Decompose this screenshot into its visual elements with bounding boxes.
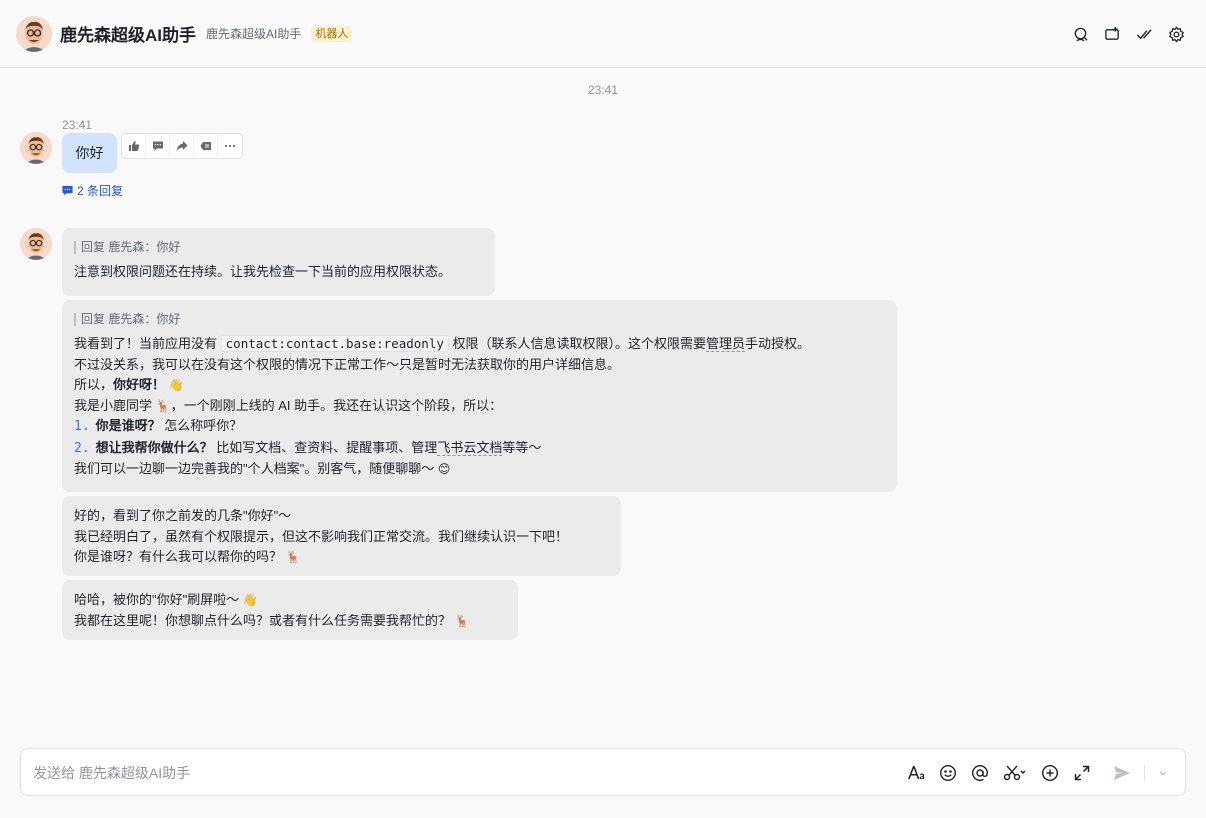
user-message-bubble[interactable]: 你好 [62, 133, 117, 173]
user-message-text: 你好 [75, 145, 104, 161]
text-segment: ，一个刚刚上线的 AI 助手。我还在认识这个阶段，所以： [170, 397, 503, 413]
chat-title: 鹿先森超级AI助手 [60, 26, 196, 45]
deer-emoji: 🦌 [454, 613, 470, 628]
bot-message-4[interactable]: 哈哈，被你的"你好"刷屏啦～ 👋 我都在这里呢！你想聊点什么吗？或者有什么任务需… [62, 580, 518, 640]
bot-badge: 机器人 [311, 25, 353, 42]
message-line: 哈哈，被你的"你好"刷屏啦～ 👋 [74, 590, 506, 611]
reply-icon[interactable] [194, 134, 218, 158]
list-number: 1. [74, 419, 90, 434]
text-segment: 怎么称呼你？ [164, 418, 243, 433]
wave-emoji: 👋 [168, 378, 184, 392]
search-icon[interactable] [1070, 24, 1090, 44]
text-segment: 比如写文档、查资料、提醒事项、管理 [216, 439, 438, 455]
message-line: 你是谁呀？有什么我可以帮你的吗？ 🦌 [74, 547, 609, 568]
thumbs-up-icon[interactable] [122, 134, 146, 158]
smile-emoji: 😊 [437, 462, 451, 476]
message-line: 所以，你好呀！ 👋 [74, 375, 885, 396]
inline-code: contact:contact.base:readonly [220, 335, 449, 352]
emoji-icon[interactable] [938, 762, 958, 784]
avatar-icon [20, 228, 52, 260]
chat-subtitle: 鹿先森超级AI助手 [206, 27, 302, 41]
message-action-bar [121, 133, 243, 159]
bot-avatar[interactable] [16, 15, 52, 52]
comment-icon[interactable] [146, 134, 170, 158]
settings-icon[interactable] [1166, 24, 1186, 44]
reply-count-text: 2 条回复 [77, 184, 124, 198]
reply-quote: 回复 鹿先森：你好 [74, 313, 885, 326]
bot-message-3[interactable]: 好的，看到了你之前发的几条"你好"～ 我已经明白了，虽然有个权限提示，但这不影响… [62, 496, 621, 576]
message-input[interactable] [33, 763, 893, 783]
bot-message-1[interactable]: 回复 鹿先森：你好 注意到权限问题还在持续。让我先检查一下当前的应用权限状态。 [62, 228, 495, 296]
bold-text: 你是谁呀？ [95, 418, 161, 433]
mention-icon[interactable] [970, 762, 990, 784]
bot-message-avatar[interactable] [20, 228, 52, 260]
message-line: 我看到了！当前应用没有 contact:contact.base:readonl… [74, 334, 885, 355]
text-segment: 手动授权。 [745, 336, 811, 351]
mention-link[interactable]: 管理员 [706, 336, 746, 352]
toolbar-divider [1144, 765, 1145, 781]
composer-toolbar [906, 762, 1169, 784]
text-segment: 我都在这里呢！你想聊点什么吗？或者有什么任务需要我帮忙的？ [74, 612, 452, 628]
add-icon[interactable] [1040, 762, 1060, 784]
text-segment: 你是谁呀？有什么我可以帮你的吗？ [74, 549, 283, 564]
text-segment: 等等～ [502, 439, 542, 455]
header-actions [1070, 24, 1186, 44]
done-icon[interactable] [1134, 24, 1154, 44]
expand-icon[interactable] [1072, 762, 1092, 784]
message-time: 23:41 [62, 118, 93, 132]
bold-text: 想让我帮你做什么？ [95, 439, 213, 455]
scissors-icon[interactable] [1002, 762, 1028, 784]
message-line: 好的，看到了你之前发的几条"你好"～ [74, 508, 292, 523]
message-text: 注意到权限问题还在持续。让我先检查一下当前的应用权限状态。 [74, 264, 452, 279]
avatar-icon [20, 132, 52, 164]
chevron-down-icon[interactable] [1157, 762, 1169, 784]
list-item: 1. 你是谁呀？ 怎么称呼你？ [74, 416, 885, 438]
chat-header: 鹿先森超级AI助手 鹿先森超级AI助手 机器人 [0, 0, 1206, 68]
user-avatar[interactable] [20, 132, 52, 164]
font-icon[interactable] [906, 762, 926, 784]
forward-icon[interactable] [170, 134, 194, 158]
message-line: 我们可以一边聊一边完善我的"个人档案"。别客气，随便聊聊～ 😊 [74, 459, 885, 480]
text-segment: 哈哈，被你的"你好"刷屏啦～ [74, 592, 240, 607]
text-segment: 所以， [74, 377, 114, 392]
list-number: 2. [74, 440, 90, 456]
message-line: 我已经明白了，虽然有个权限提示，但这不影响我们正常交流。我们继续认识一下吧！ [74, 528, 569, 544]
more-icon[interactable] [218, 134, 242, 158]
message-line: 我是小鹿同学 🦌，一个刚刚上线的 AI 助手。我还在认识这个阶段，所以： [74, 396, 885, 417]
thread-icon [62, 185, 73, 196]
bot-message-2[interactable]: 回复 鹿先森：你好 我看到了！当前应用没有 contact:contact.ba… [62, 300, 897, 492]
bold-text: 你好呀！ [113, 377, 166, 392]
reply-quote: 回复 鹿先森：你好 [74, 241, 483, 254]
text-segment: 我看到了！当前应用没有 [74, 336, 218, 351]
thread-reply-count[interactable]: 2 条回复 [62, 182, 123, 199]
text-segment: 我们可以一边聊一边完善我的"个人档案"。别客气，随便聊聊～ [74, 461, 435, 476]
send-icon[interactable] [1112, 762, 1132, 784]
add-tab-icon[interactable] [1102, 24, 1122, 44]
text-segment: 权限（联系人信息读取权限）。这个权限需要 [452, 336, 707, 351]
center-timestamp: 23:41 [587, 83, 619, 97]
docs-link[interactable]: 飞书云文档 [437, 439, 503, 456]
wave-emoji: 👋 [242, 593, 258, 607]
avatar-icon [16, 15, 52, 52]
deer-emoji: 🦌 [285, 550, 301, 564]
list-item: 2. 想让我帮你做什么？ 比如写文档、查资料、提醒事项、管理飞书云文档等等～ [74, 438, 885, 460]
deer-emoji: 🦌 [155, 398, 171, 413]
text-segment: 我是小鹿同学 [74, 397, 153, 413]
message-line: 我都在这里呢！你想聊点什么吗？或者有什么任务需要我帮忙的？ 🦌 [74, 611, 506, 632]
message-line: 不过没关系，我可以在没有这个权限的情况下正常工作～只是暂时无法获取你的用户详细信… [74, 356, 621, 372]
message-composer [20, 748, 1186, 796]
